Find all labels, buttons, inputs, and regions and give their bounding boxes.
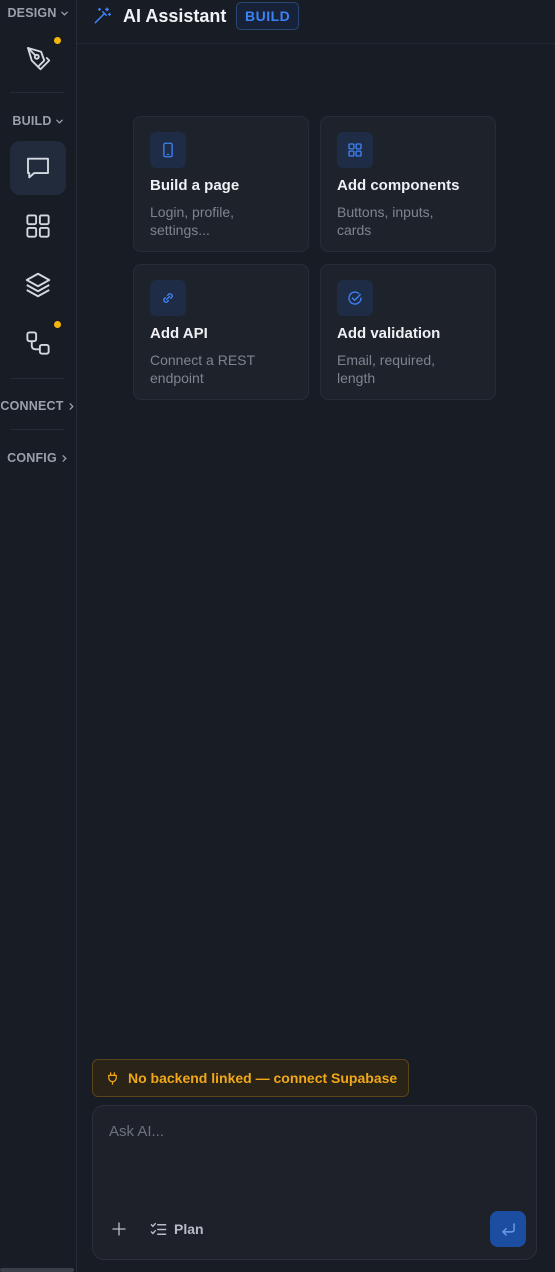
card-description: Buttons, inputs, cards (337, 204, 434, 238)
pen-tool-icon (27, 47, 51, 71)
section-config[interactable]: CONFIG (0, 451, 76, 465)
rail-divider (10, 92, 64, 93)
enter-icon (501, 1222, 515, 1236)
section-build[interactable]: BUILD (0, 114, 76, 128)
mode-badge[interactable]: BUILD (236, 2, 300, 30)
card-icon-box (337, 132, 373, 168)
card-icon-box (337, 280, 373, 316)
link-icon (163, 293, 173, 303)
card-description: Login, profile, settings... (150, 204, 235, 238)
send-button[interactable] (490, 1211, 526, 1247)
rail-item-components[interactable] (10, 199, 66, 253)
rail-item-layers[interactable] (10, 258, 66, 312)
attach-button[interactable] (107, 1217, 131, 1241)
suggestion-card-add-components[interactable]: Add components Buttons, inputs, cards (320, 116, 496, 252)
chevron-down-icon (55, 119, 63, 124)
rail-item-chat[interactable] (10, 141, 66, 195)
chevron-down-icon (60, 11, 68, 16)
panel-header: AI Assistant BUILD (77, 0, 555, 44)
card-title: Add API (150, 325, 208, 342)
grid-icon (26, 214, 50, 238)
phone-icon (163, 142, 173, 158)
section-build-label: BUILD (12, 114, 52, 128)
backend-notice-button[interactable]: No backend linked — connect Supabase (92, 1059, 410, 1097)
workflow-icon (26, 331, 50, 355)
notification-dot (54, 321, 61, 328)
rail-divider (10, 378, 64, 379)
card-title: Build a page (150, 177, 240, 194)
prompt-input[interactable] (93, 1106, 536, 1196)
rail-divider (10, 429, 64, 430)
card-description: Connect a REST endpoint (150, 352, 255, 386)
card-description: Email, required, length (337, 352, 436, 386)
chat-icon (27, 157, 49, 179)
app-root: DESIGN BUILD CONNECT CONFIG AI Assistant… (0, 0, 555, 1272)
magic-wand-icon (94, 7, 112, 24)
section-design[interactable]: DESIGN (0, 6, 76, 20)
section-config-label: CONFIG (7, 451, 57, 465)
plus-icon (112, 1222, 126, 1236)
plan-button-label: Plan (174, 1221, 204, 1237)
plug-icon (108, 1071, 117, 1085)
layers-icon (25, 272, 51, 298)
check-circle-icon (348, 291, 362, 305)
section-connect-label: CONNECT (0, 399, 64, 413)
checklist-icon (150, 1222, 167, 1235)
left-rail: DESIGN BUILD CONNECT CONFIG (0, 0, 77, 1272)
backend-notice-text: No backend linked — connect Supabase (128, 1070, 398, 1086)
card-icon-box (150, 280, 186, 316)
grid-icon (348, 143, 362, 157)
chevron-right-icon (69, 402, 74, 410)
section-connect[interactable]: CONNECT (0, 399, 76, 413)
notification-dot (54, 37, 61, 44)
rail-scrollbar[interactable] (0, 1268, 74, 1272)
card-title: Add validation (337, 325, 441, 342)
chat-composer: Plan (92, 1105, 537, 1260)
plan-button[interactable]: Plan (149, 1217, 204, 1241)
page-title: AI Assistant (123, 6, 227, 26)
card-icon-box (150, 132, 186, 168)
suggestion-card-add-validation[interactable]: Add validation Email, required, length (320, 264, 496, 400)
suggestion-card-add-api[interactable]: Add API Connect a REST endpoint (133, 264, 309, 400)
suggestion-card-build-page[interactable]: Build a page Login, profile, settings... (133, 116, 309, 252)
card-title: Add components (337, 177, 460, 194)
chevron-right-icon (62, 454, 67, 462)
section-design-label: DESIGN (7, 6, 57, 20)
